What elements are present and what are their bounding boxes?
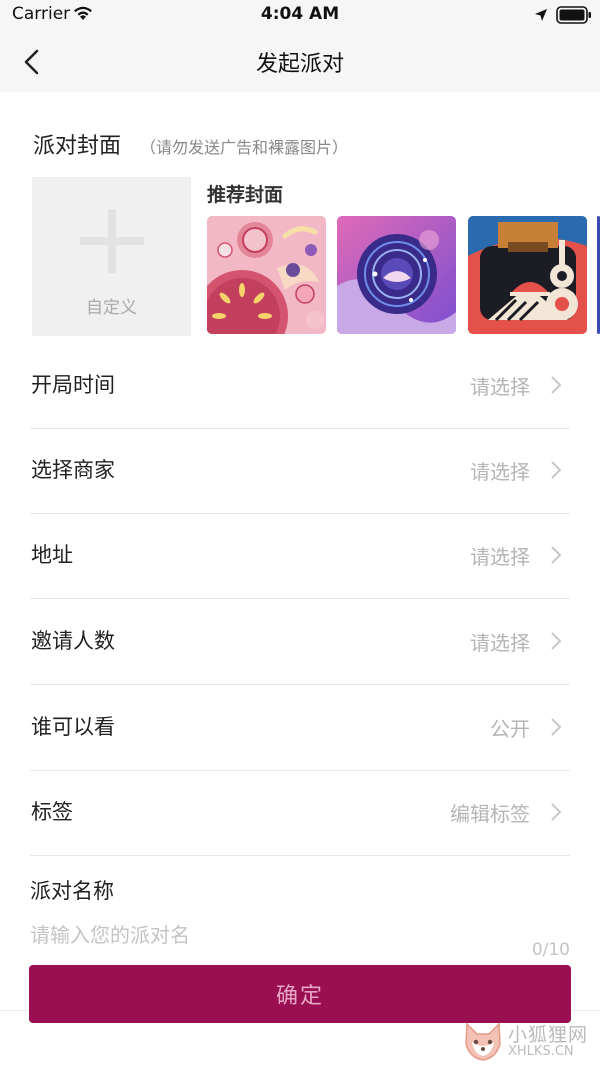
watermark-cn: 小狐狸网 (508, 1024, 589, 1046)
row-select-merchant[interactable]: 选择商家 请选择 (30, 428, 570, 514)
chevron-right-icon (550, 717, 562, 737)
row-value: 请选择 (470, 545, 530, 569)
row-visibility[interactable]: 谁可以看 公开 (30, 685, 570, 771)
party-name-input[interactable] (30, 918, 510, 952)
status-bar: Carrier 4:04 AM (0, 0, 600, 32)
recommended-covers-title: 推荐封面 (207, 184, 284, 206)
watermark: 小狐狸网 XHLKS.CN (462, 1018, 594, 1064)
chevron-right-icon (550, 375, 562, 395)
location-arrow-icon (534, 7, 548, 26)
row-start-time[interactable]: 开局时间 请选择 (30, 343, 570, 429)
cover-hint: （请勿发送广告和裸露图片） (140, 138, 349, 157)
chevron-right-icon (550, 545, 562, 565)
row-invite-count[interactable]: 邀请人数 请选择 (30, 599, 570, 685)
row-label: 选择商家 (31, 458, 115, 482)
status-time: 4:04 AM (260, 4, 340, 24)
row-value: 请选择 (470, 375, 530, 399)
row-label: 地址 (31, 543, 73, 567)
page-title: 发起派对 (255, 52, 344, 77)
row-value: 公开 (490, 717, 530, 741)
recommended-cover-1[interactable] (207, 216, 326, 334)
row-label: 开局时间 (31, 373, 115, 397)
row-address[interactable]: 地址 请选择 (30, 513, 570, 599)
cover-section-title: 派对封面 (33, 134, 122, 159)
char-counter: 0/10 (531, 940, 570, 960)
fox-logo-icon (462, 1020, 504, 1066)
chevron-right-icon (550, 631, 562, 651)
recommended-cover-2[interactable] (337, 216, 456, 334)
chevron-right-icon (550, 460, 562, 480)
row-label: 标签 (31, 800, 73, 824)
battery-icon (556, 6, 592, 28)
confirm-button[interactable]: 确定 (29, 965, 571, 1023)
custom-cover-button[interactable]: 自定义 (32, 177, 191, 336)
custom-cover-label: 自定义 (86, 298, 137, 318)
chevron-right-icon (550, 802, 562, 822)
row-label: 谁可以看 (31, 715, 115, 739)
row-value: 请选择 (470, 460, 530, 484)
party-name-title: 派对名称 (30, 879, 114, 903)
plus-icon (80, 209, 144, 273)
nav-bar: 发起派对 (0, 32, 600, 92)
recommended-cover-3[interactable] (468, 216, 587, 334)
row-tags[interactable]: 标签 编辑标签 (30, 770, 570, 856)
row-value: 编辑标签 (450, 802, 530, 826)
row-value: 请选择 (470, 631, 530, 655)
row-label: 邀请人数 (31, 629, 115, 653)
watermark-en: XHLKS.CN (508, 1044, 574, 1059)
